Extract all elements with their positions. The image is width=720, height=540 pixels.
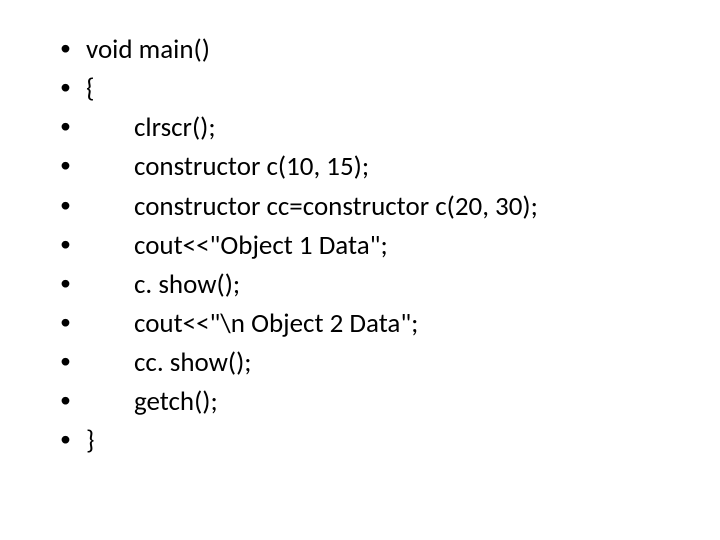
code-line: • c. show(); — [60, 265, 720, 304]
slide: • void main() • { • clrscr(); • construc… — [0, 0, 720, 540]
code-text: constructor cc=constructor c(20, 30); — [86, 187, 538, 226]
code-text: cout<<"\n Object 2 Data"; — [86, 304, 418, 343]
bullet-icon: • — [60, 382, 86, 416]
code-text: cc. show(); — [86, 343, 252, 382]
code-line: • constructor cc=constructor c(20, 30); — [60, 187, 720, 226]
code-text: c. show(); — [86, 265, 240, 304]
bullet-icon: • — [60, 69, 86, 103]
code-text: getch(); — [86, 382, 218, 421]
code-line: • constructor c(10, 15); — [60, 147, 720, 186]
bullet-icon: • — [60, 226, 86, 260]
bullet-icon: • — [60, 187, 86, 221]
bullet-icon: • — [60, 265, 86, 299]
bullet-icon: • — [60, 147, 86, 181]
bullet-icon: • — [60, 30, 86, 64]
code-line: • { — [60, 69, 720, 108]
bullet-icon: • — [60, 304, 86, 338]
code-line: • cout<<"Object 1 Data"; — [60, 226, 720, 265]
code-line: • cc. show(); — [60, 343, 720, 382]
code-line: • } — [60, 421, 720, 460]
bullet-icon: • — [60, 108, 86, 142]
code-line: • getch(); — [60, 382, 720, 421]
code-line: • void main() — [60, 30, 720, 69]
code-text: void main() — [86, 30, 210, 69]
code-text: cout<<"Object 1 Data"; — [86, 226, 388, 265]
code-line: • cout<<"\n Object 2 Data"; — [60, 304, 720, 343]
code-text: { — [86, 69, 95, 108]
bullet-icon: • — [60, 343, 86, 377]
code-line: • clrscr(); — [60, 108, 720, 147]
bullet-icon: • — [60, 421, 86, 455]
code-text: clrscr(); — [86, 108, 216, 147]
code-text: } — [86, 421, 95, 460]
code-text: constructor c(10, 15); — [86, 147, 369, 186]
